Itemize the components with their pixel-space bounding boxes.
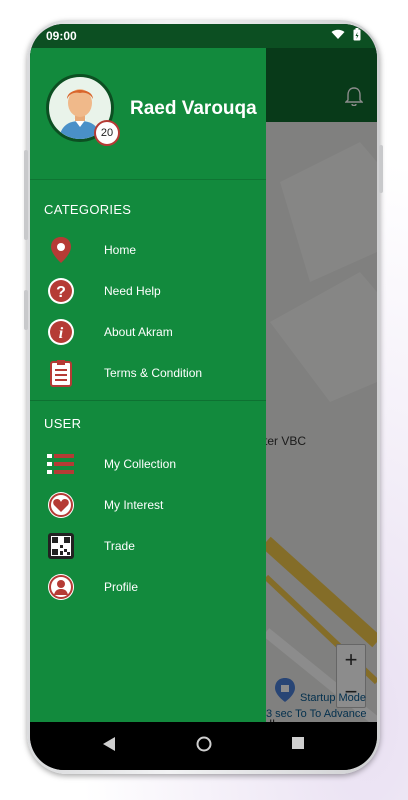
list-icon (47, 454, 74, 474)
menu-label-trade: Trade (104, 539, 135, 553)
power-button (379, 145, 383, 193)
heart-icon (48, 492, 74, 518)
svg-text:i: i (59, 325, 64, 342)
side-button (24, 290, 28, 330)
section-divider (30, 400, 266, 401)
section-title-user: USER (44, 416, 82, 431)
back-icon[interactable] (102, 736, 116, 752)
user-name: Raed Varouqa (130, 98, 257, 119)
battery-icon (353, 28, 361, 41)
recents-icon[interactable] (291, 736, 305, 750)
section-title-categories: CATEGORIES (44, 202, 132, 217)
menu-item-my-interest[interactable]: My Interest (30, 487, 266, 523)
clipboard-icon (50, 360, 72, 387)
status-bar: 09:00 (30, 24, 377, 48)
user-icon (48, 574, 74, 600)
menu-label-need-help: Need Help (104, 284, 161, 298)
menu-item-trade[interactable]: Trade (30, 528, 266, 564)
menu-item-terms[interactable]: Terms & Condition (30, 355, 266, 391)
info-icon: i (48, 319, 74, 345)
status-time: 09:00 (46, 29, 77, 43)
navigation-drawer: 20 Raed Varouqa CATEGORIES Home ? Need H… (30, 48, 266, 722)
menu-label-my-interest: My Interest (104, 498, 164, 512)
menu-item-profile[interactable]: Profile (30, 569, 266, 605)
drawer-profile-header[interactable]: 20 Raed Varouqa (30, 48, 266, 180)
svg-text:?: ? (56, 284, 66, 301)
location-pin-icon (51, 237, 71, 263)
screen: ter VBC allery + − Startup Mode 3 sec To… (30, 24, 377, 770)
home-icon[interactable] (196, 736, 212, 752)
system-nav-bar (30, 722, 377, 770)
menu-label-about-akram: About Akram (104, 325, 173, 339)
menu-label-home: Home (104, 243, 137, 257)
question-icon: ? (48, 278, 74, 304)
wifi-icon (331, 29, 345, 39)
menu-label-my-collection: My Collection (104, 457, 177, 471)
menu-item-need-help[interactable]: ? Need Help (30, 273, 266, 309)
qr-code-icon (48, 533, 74, 559)
menu-label-profile: Profile (104, 580, 139, 594)
menu-item-my-collection[interactable]: My Collection (30, 446, 266, 482)
volume-button (24, 150, 28, 240)
level-badge: 20 (94, 120, 120, 146)
menu-item-about-akram[interactable]: i About Akram (30, 314, 266, 350)
menu-label-terms: Terms & Condition (104, 366, 203, 380)
menu-item-home[interactable]: Home (30, 232, 266, 268)
